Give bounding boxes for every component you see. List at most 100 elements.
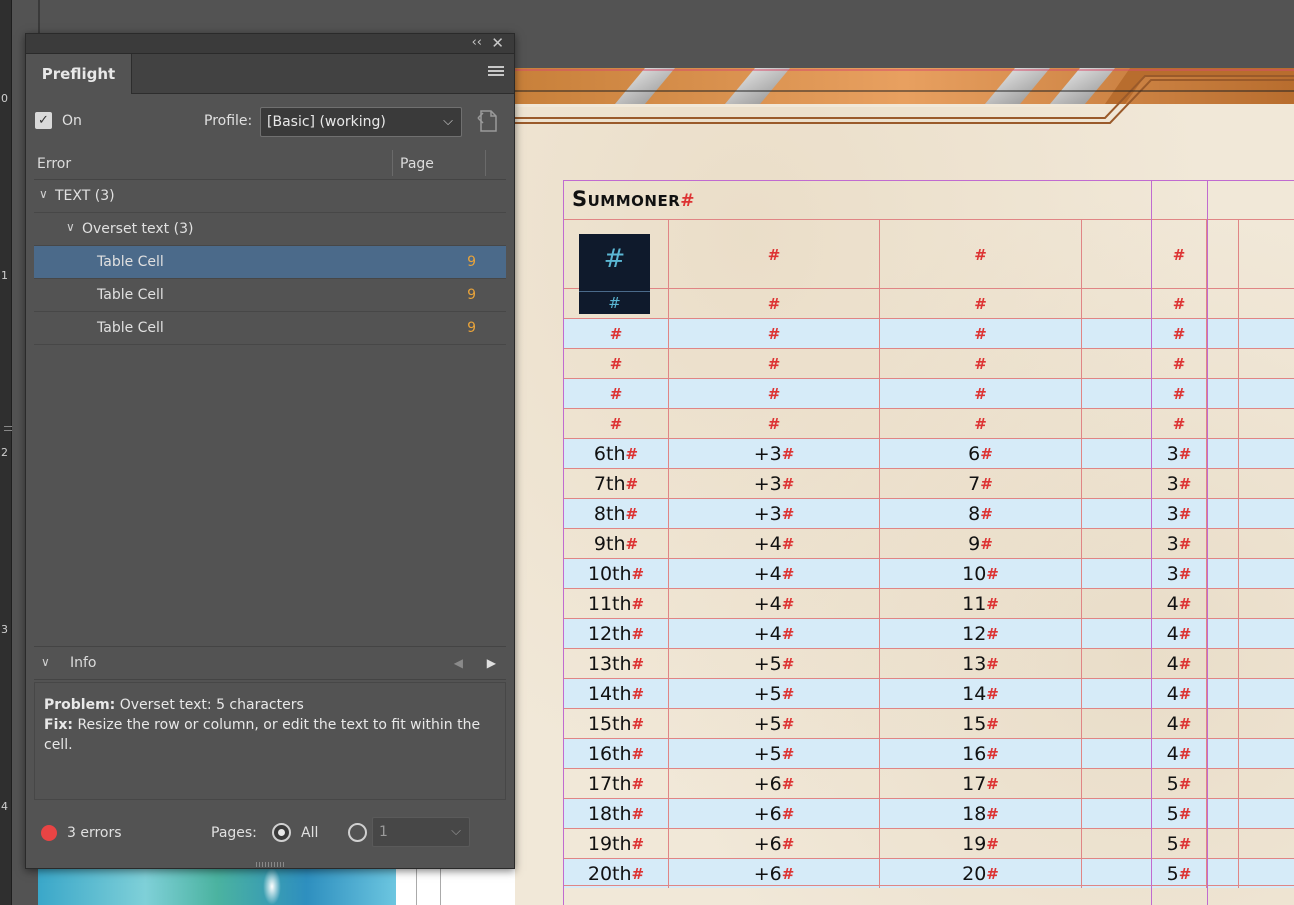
table-cell[interactable] bbox=[1207, 469, 1239, 498]
table-cell[interactable]: 12th # bbox=[564, 619, 669, 648]
table-cell[interactable] bbox=[1239, 469, 1294, 498]
table-cell[interactable]: +5 # bbox=[669, 679, 880, 708]
table-cell[interactable]: # bbox=[880, 289, 1082, 318]
table-cell[interactable]: 17 # bbox=[880, 769, 1082, 798]
error-item-page[interactable]: 9 bbox=[467, 254, 476, 270]
table-cell[interactable] bbox=[1207, 829, 1239, 858]
table-cell[interactable]: +4 # bbox=[669, 589, 880, 618]
header-cell[interactable]: # bbox=[880, 220, 1082, 289]
table-cell[interactable] bbox=[1207, 859, 1239, 888]
table-cell[interactable]: +6 # bbox=[669, 799, 880, 828]
table-cell[interactable]: 10 # bbox=[880, 559, 1082, 588]
error-count[interactable]: 3 errors bbox=[67, 825, 122, 841]
header-cell[interactable] bbox=[1207, 220, 1239, 289]
table-cell[interactable] bbox=[1207, 529, 1239, 558]
table-cell[interactable]: +5 # bbox=[669, 649, 880, 678]
table-cell[interactable] bbox=[1207, 379, 1239, 408]
tree-subgroup-overset[interactable]: ∨ Overset text (3) bbox=[34, 213, 506, 246]
table-cell[interactable] bbox=[1207, 559, 1239, 588]
table-cell[interactable]: # bbox=[669, 289, 880, 318]
column-divider[interactable] bbox=[485, 150, 486, 176]
table-cell[interactable] bbox=[1082, 379, 1152, 408]
table-cell[interactable]: 13th # bbox=[564, 649, 669, 678]
header-cell[interactable] bbox=[1082, 220, 1152, 289]
table-cell[interactable] bbox=[1207, 409, 1239, 438]
table-cell[interactable] bbox=[1082, 499, 1152, 528]
table-cell[interactable]: 6th # bbox=[564, 439, 669, 468]
table-cell[interactable]: 19th # bbox=[564, 829, 669, 858]
pages-range-radio[interactable] bbox=[348, 823, 367, 842]
table-cell[interactable] bbox=[1082, 799, 1152, 828]
on-checkbox[interactable]: ✓ bbox=[35, 112, 52, 129]
table-cell[interactable] bbox=[1082, 829, 1152, 858]
table-cell[interactable] bbox=[1082, 349, 1152, 378]
table-cell[interactable] bbox=[1082, 289, 1152, 318]
table-cell[interactable]: 4 # bbox=[1152, 679, 1207, 708]
table-cell[interactable] bbox=[1239, 769, 1294, 798]
table-cell[interactable] bbox=[1207, 649, 1239, 678]
table-cell[interactable] bbox=[1082, 619, 1152, 648]
table-cell[interactable]: 3 # bbox=[1152, 469, 1207, 498]
table-cell[interactable] bbox=[1239, 529, 1294, 558]
table-cell[interactable]: # bbox=[1152, 319, 1207, 348]
table-cell[interactable] bbox=[1082, 769, 1152, 798]
table-cell[interactable] bbox=[1082, 469, 1152, 498]
table-cell[interactable] bbox=[1207, 739, 1239, 768]
error-item[interactable]: Table Cell 9 bbox=[34, 312, 506, 345]
table-cell[interactable]: # bbox=[669, 379, 880, 408]
table-cell[interactable]: 18th # bbox=[564, 799, 669, 828]
table-cell[interactable] bbox=[1207, 709, 1239, 738]
table-cell[interactable]: # bbox=[564, 319, 669, 348]
table-cell[interactable] bbox=[1082, 439, 1152, 468]
table-cell[interactable]: 16th # bbox=[564, 739, 669, 768]
table-cell[interactable]: 15th # bbox=[564, 709, 669, 738]
close-icon[interactable]: ✕ bbox=[491, 34, 504, 52]
table-cell[interactable]: 4 # bbox=[1152, 649, 1207, 678]
table-cell[interactable] bbox=[1239, 589, 1294, 618]
table-cell[interactable]: 9th # bbox=[564, 529, 669, 558]
panel-titlebar[interactable]: ‹‹ ✕ bbox=[26, 34, 514, 54]
table-cell[interactable]: +5 # bbox=[669, 709, 880, 738]
table-cell[interactable] bbox=[1082, 859, 1152, 888]
table-cell[interactable]: 6 # bbox=[880, 439, 1082, 468]
table-cell[interactable] bbox=[1207, 439, 1239, 468]
table-cell[interactable]: 3 # bbox=[1152, 529, 1207, 558]
collapse-icon[interactable]: ‹‹ bbox=[472, 35, 482, 50]
header-cell[interactable]: # bbox=[669, 220, 880, 289]
table-cell[interactable]: 5 # bbox=[1152, 769, 1207, 798]
error-list[interactable]: ∨ TEXT (3) ∨ Overset text (3) Table Cell… bbox=[34, 180, 506, 640]
column-header-error[interactable]: Error bbox=[37, 156, 71, 172]
table-cell[interactable]: 4 # bbox=[1152, 709, 1207, 738]
table-cell[interactable]: # bbox=[564, 379, 669, 408]
table-cell[interactable] bbox=[1207, 619, 1239, 648]
table-cell[interactable] bbox=[1207, 499, 1239, 528]
previous-error-icon[interactable]: ◀ bbox=[454, 656, 463, 670]
table-cell[interactable]: # bbox=[880, 379, 1082, 408]
pages-all-radio[interactable] bbox=[272, 823, 291, 842]
table-cell[interactable] bbox=[1082, 739, 1152, 768]
table-cell[interactable]: # bbox=[669, 319, 880, 348]
table-cell[interactable]: 14 # bbox=[880, 679, 1082, 708]
table-cell[interactable]: 17th # bbox=[564, 769, 669, 798]
table-cell[interactable]: +4 # bbox=[669, 559, 880, 588]
table-cell[interactable] bbox=[1239, 559, 1294, 588]
table-cell[interactable]: 7th # bbox=[564, 469, 669, 498]
table-cell[interactable] bbox=[1239, 859, 1294, 888]
table-cell[interactable]: 12 # bbox=[880, 619, 1082, 648]
table-cell[interactable] bbox=[1082, 679, 1152, 708]
table-cell[interactable] bbox=[1082, 559, 1152, 588]
table-cell[interactable]: 7 # bbox=[880, 469, 1082, 498]
table-cell[interactable]: 14th # bbox=[564, 679, 669, 708]
table-cell[interactable]: 9 # bbox=[880, 529, 1082, 558]
table-cell[interactable] bbox=[1082, 589, 1152, 618]
table-cell[interactable]: # bbox=[880, 319, 1082, 348]
table-cell[interactable]: 10th # bbox=[564, 559, 669, 588]
table-cell[interactable]: +3 # bbox=[669, 499, 880, 528]
table-cell[interactable]: 5 # bbox=[1152, 829, 1207, 858]
table-cell[interactable] bbox=[1082, 709, 1152, 738]
table-cell[interactable]: +4 # bbox=[669, 619, 880, 648]
table-cell[interactable] bbox=[1239, 739, 1294, 768]
table-cell[interactable] bbox=[1082, 319, 1152, 348]
table-cell[interactable] bbox=[1239, 379, 1294, 408]
table-cell[interactable]: 11 # bbox=[880, 589, 1082, 618]
